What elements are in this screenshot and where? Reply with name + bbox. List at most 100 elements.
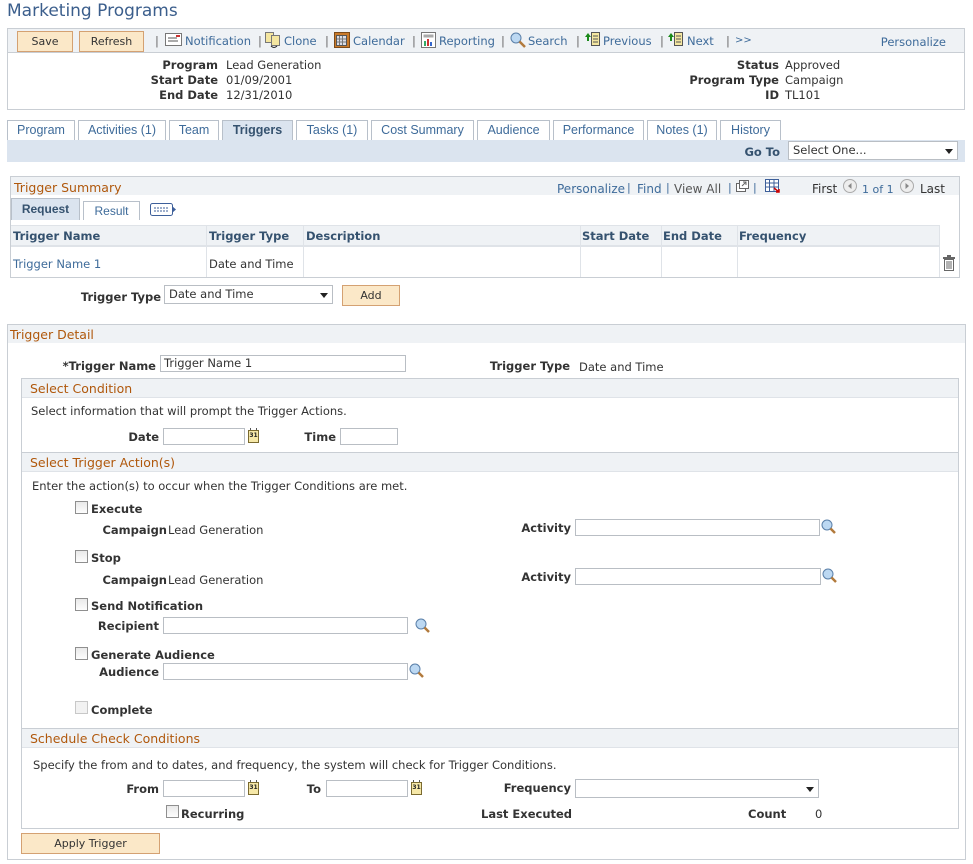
trigger-type-label: Trigger Type: [489, 359, 570, 373]
tab-cost-summary[interactable]: Cost Summary: [371, 120, 474, 141]
col-header-end-date: End Date: [663, 229, 722, 243]
select-condition-section: Select Condition Select information that…: [21, 378, 959, 453]
grid-find-link[interactable]: Find: [637, 182, 662, 196]
to-input[interactable]: [326, 780, 408, 797]
time-label: Time: [304, 430, 336, 444]
goto-bar: Go To Select One...: [7, 140, 965, 162]
recurring-checkbox[interactable]: [166, 805, 179, 818]
program-value: Lead Generation: [226, 58, 322, 72]
goto-select[interactable]: Select One...: [788, 141, 958, 160]
generate-audience-label: Generate Audience: [91, 648, 215, 662]
previous-link[interactable]: Previous: [603, 34, 652, 48]
calendar-link[interactable]: Calendar: [353, 34, 405, 48]
tab-audience[interactable]: Audience: [477, 120, 550, 141]
tab-team[interactable]: Team: [169, 120, 219, 141]
add-trigger-type-value: Date and Time: [169, 287, 254, 301]
personalize-link[interactable]: Personalize: [881, 35, 946, 49]
delete-row-icon[interactable]: [943, 255, 955, 271]
tab-triggers[interactable]: Triggers: [222, 120, 293, 141]
more-link[interactable]: >>: [735, 35, 752, 46]
date-label: Date: [128, 430, 159, 444]
trigger-name-input[interactable]: Trigger Name 1: [160, 355, 406, 372]
tab-performance[interactable]: Performance: [553, 120, 644, 141]
schedule-note: Specify the from and to dates, and frequ…: [33, 758, 557, 772]
lookup-icon[interactable]: [822, 568, 838, 584]
previous-icon: [585, 32, 600, 46]
trigger-actions-title: Select Trigger Action(s): [30, 455, 176, 470]
status-label: Status: [736, 58, 779, 72]
save-button[interactable]: Save: [17, 31, 73, 52]
refresh-button[interactable]: Refresh: [79, 31, 144, 52]
stop-campaign-value: Lead Generation: [168, 573, 264, 587]
download-grid-icon[interactable]: [765, 179, 780, 193]
complete-checkbox[interactable]: [75, 701, 88, 714]
lookup-icon[interactable]: [409, 663, 425, 679]
last-label: Last: [920, 182, 945, 196]
trigger-detail-title: Trigger Detail: [10, 327, 94, 342]
grid-view-all-link[interactable]: View All: [674, 182, 721, 196]
reporting-link[interactable]: Reporting: [439, 34, 495, 48]
select-condition-title: Select Condition: [30, 381, 133, 396]
chevron-down-icon: [945, 149, 953, 154]
execute-campaign-label: Campaign: [102, 523, 167, 537]
subtab-result[interactable]: Result: [83, 201, 140, 220]
separator: |: [412, 34, 416, 48]
notification-link[interactable]: Notification: [185, 34, 251, 48]
id-value: TL101: [785, 88, 821, 102]
tab-tasks[interactable]: Tasks (1): [296, 120, 368, 141]
apply-trigger-button[interactable]: Apply Trigger: [21, 833, 160, 854]
zoom-grid-icon[interactable]: [736, 180, 749, 192]
calendar-picker-icon[interactable]: 31: [248, 780, 259, 795]
time-input[interactable]: [340, 428, 398, 445]
execute-activity-input[interactable]: [575, 519, 820, 536]
calendar-icon: [334, 32, 350, 48]
trigger-type-cell: Date and Time: [209, 257, 294, 271]
separator: |: [726, 34, 730, 48]
audience-label: Audience: [99, 665, 159, 679]
separator: |: [325, 34, 329, 48]
date-input[interactable]: [163, 428, 245, 445]
show-all-columns-icon[interactable]: [150, 203, 177, 216]
generate-audience-checkbox[interactable]: [75, 647, 88, 660]
from-input[interactable]: [163, 780, 245, 797]
tab-program[interactable]: Program: [7, 120, 75, 141]
trigger-summary-grid: Trigger Summary Personalize | Find | Vie…: [10, 176, 960, 278]
chevron-down-icon: [806, 787, 814, 792]
add-trigger-type-select[interactable]: Date and Time: [164, 285, 333, 304]
tab-activities[interactable]: Activities (1): [78, 120, 166, 141]
grid-personalize-link[interactable]: Personalize: [557, 182, 625, 196]
frequency-select[interactable]: [575, 779, 819, 798]
stop-activity-input[interactable]: [575, 568, 821, 585]
calendar-picker-icon[interactable]: 31: [411, 780, 422, 795]
add-button[interactable]: Add: [342, 285, 400, 306]
search-link[interactable]: Search: [528, 34, 568, 48]
calendar-picker-icon[interactable]: 31: [248, 428, 259, 443]
audience-input[interactable]: [163, 663, 408, 680]
clone-link[interactable]: Clone: [284, 34, 317, 48]
subtab-request[interactable]: Request: [11, 198, 80, 220]
first-label: First: [812, 182, 838, 196]
send-notification-checkbox[interactable]: [75, 598, 88, 611]
trigger-detail-section: Trigger Detail *Trigger Name Trigger Nam…: [7, 324, 966, 860]
to-label: To: [306, 782, 321, 796]
execute-checkbox[interactable]: [75, 501, 88, 514]
trigger-summary-title: Trigger Summary: [14, 180, 122, 195]
tab-notes[interactable]: Notes (1): [647, 120, 717, 141]
execute-activity-label: Activity: [521, 521, 571, 535]
from-label: From: [126, 782, 159, 796]
previous-row-icon[interactable]: [843, 179, 857, 193]
trigger-name-label: *Trigger Name: [62, 359, 156, 373]
goto-select-value: Select One...: [793, 143, 867, 157]
next-row-icon[interactable]: [900, 179, 914, 193]
lookup-icon[interactable]: [415, 618, 431, 634]
add-trigger-type-label: Trigger Type: [80, 290, 161, 304]
stop-checkbox[interactable]: [75, 550, 88, 563]
next-link[interactable]: Next: [687, 34, 714, 48]
lookup-icon[interactable]: [821, 519, 837, 535]
next-icon: [668, 32, 683, 46]
separator: |: [576, 34, 580, 48]
tab-history[interactable]: History: [720, 120, 781, 141]
chevron-down-icon: [320, 293, 328, 298]
trigger-name-link[interactable]: Trigger Name 1: [13, 257, 101, 271]
recipient-input[interactable]: [163, 617, 408, 634]
